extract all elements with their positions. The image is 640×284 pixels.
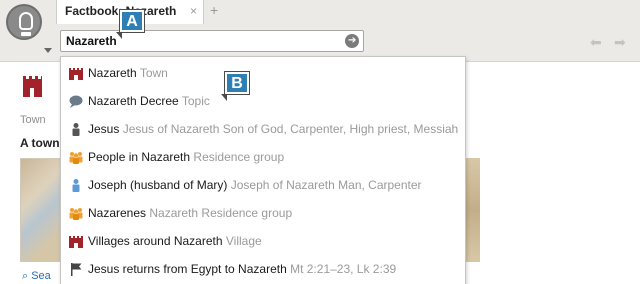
suggestion-subtitle: Residence group [193,150,285,164]
callout-badge-a: A [116,9,145,39]
new-tab-button[interactable]: + [210,2,218,18]
person-icon [72,123,80,136]
search-link-label: Sea [31,270,51,282]
suggestion-item[interactable]: People in Nazareth Residence group [61,143,465,171]
map-thumbnail[interactable] [20,158,62,262]
suggestion-title: Villages around Nazareth [88,234,223,248]
group-icon [69,208,83,220]
callout-badge-b: B [221,71,250,101]
suggestion-item[interactable]: Jesus returns from Egypt to Nazareth Mt … [61,255,465,283]
search-suggestions: Nazareth Town Nazareth Decree Topic Jesu… [60,56,466,284]
lightbulb-logo-icon [6,4,42,40]
search-input[interactable]: Nazareth ➔ [60,30,364,52]
suggestion-item[interactable]: Nazareth Decree Topic [61,87,465,115]
suggestion-title: People in Nazareth [88,150,191,164]
search-link[interactable]: ⌕ Sea [22,270,51,283]
back-arrow-icon[interactable]: ⬅ [590,34,602,51]
suggestion-item[interactable]: Jesus Jesus of Nazareth Son of God, Carp… [61,115,465,143]
suggestion-subtitle: Topic [181,94,210,108]
app-menu-button[interactable] [6,4,52,58]
search-value: Nazareth [66,34,117,48]
suggestion-subtitle: Joseph of Nazareth Man, Carpenter [230,178,422,192]
map-thumbnail-edge [466,158,480,262]
tab-close-icon[interactable]: × [190,4,197,18]
entity-description: A town [20,136,60,150]
speech-bubble-icon [69,95,83,108]
suggestion-title: Jesus [88,122,120,136]
suggestion-item[interactable]: Nazareth Town [61,59,465,87]
arrow-right-icon: ➔ [348,35,357,46]
flag-icon [71,263,82,276]
suggestion-item[interactable]: Nazarenes Nazareth Residence group [61,199,465,227]
search-go-button[interactable]: ➔ [345,34,359,48]
group-icon [69,152,83,164]
suggestion-subtitle: Village [225,234,262,248]
suggestion-item[interactable]: Villages around Nazareth Village [61,227,465,255]
suggestion-title: Joseph (husband of Mary) [88,178,228,192]
suggestion-subtitle: Mt 2:21–23, Lk 2:39 [290,262,397,276]
suggestion-item[interactable]: Joseph (husband of Mary) Joseph of Nazar… [61,171,465,199]
suggestion-title: Nazareth [88,66,137,80]
callout-badge-a-letter: A [126,13,138,30]
suggestion-subtitle: Nazareth Residence group [149,206,293,220]
entity-type-label: Town [20,114,46,126]
castle-icon [23,76,42,97]
castle-icon [69,68,83,80]
person-blue-icon [72,179,80,192]
suggestion-title: Jesus returns from Egypt to Nazareth [88,262,287,276]
suggestion-title: Nazareth Decree [88,94,179,108]
forward-arrow-icon[interactable]: ➡ [614,34,626,51]
suggestion-title: Nazarenes [88,206,147,220]
callout-badge-b-letter: B [231,75,243,92]
suggestion-subtitle: Town [139,66,168,80]
toolbar: Factbook: Nazareth × + Nazareth ➔ ⬅ ➡ [0,0,640,62]
chevron-down-icon [44,48,52,53]
castle-icon [69,236,83,248]
suggestion-subtitle: Jesus of Nazareth Son of God, Carpenter,… [122,122,459,136]
